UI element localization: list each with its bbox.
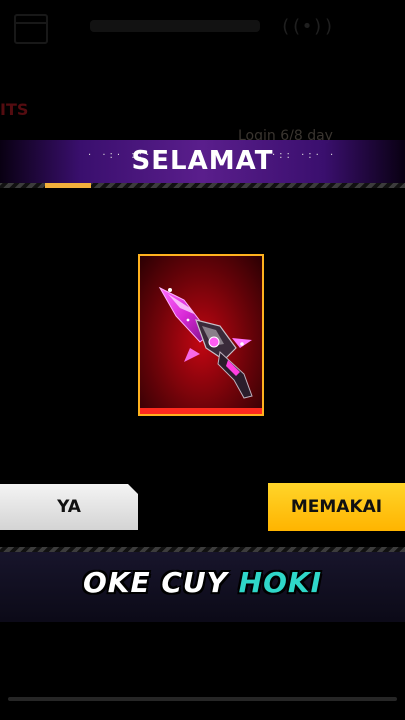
home-indicator[interactable] (8, 697, 397, 701)
ya-button[interactable]: YA (0, 484, 138, 530)
caption-white-text: OKE CUY (82, 566, 239, 599)
caption-cyan-text: HOKI (238, 566, 323, 599)
rarity-bar (140, 408, 262, 414)
background-header: ((•)) (0, 0, 405, 60)
memakai-button[interactable]: MEMAKAI (268, 483, 405, 531)
banner-decor-right: ·:: ·:· · (272, 150, 338, 161)
progress-segment (45, 183, 91, 188)
blurred-header-text (90, 20, 260, 32)
dialog-title: SELAMAT (131, 146, 274, 176)
video-caption: OKE CUY HOKI (0, 566, 405, 599)
calendar-icon (14, 14, 48, 44)
weapon-skin-icon (158, 286, 253, 399)
reward-item-card[interactable] (138, 254, 264, 416)
background-red-label: ITS (0, 100, 29, 119)
signal-icon: ((•)) (280, 16, 335, 37)
